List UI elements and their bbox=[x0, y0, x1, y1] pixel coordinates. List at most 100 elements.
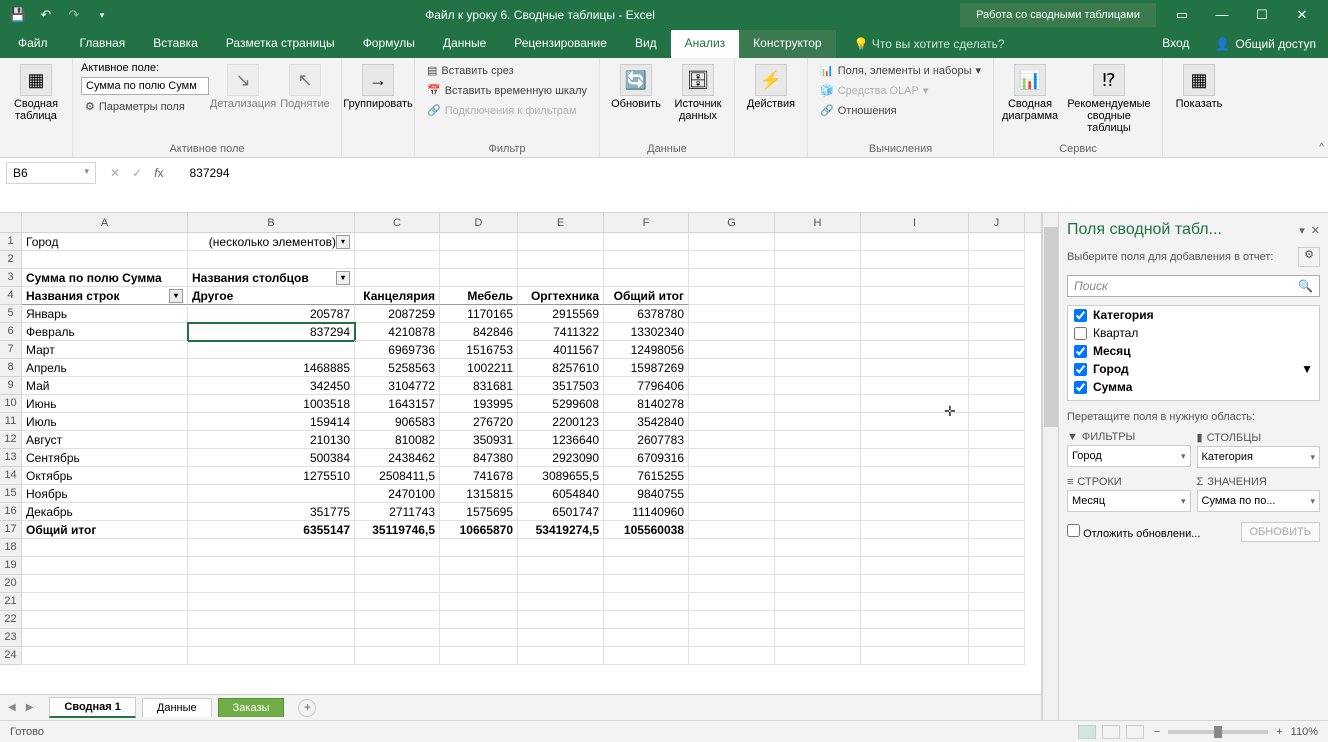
cell[interactable] bbox=[775, 251, 861, 269]
cell[interactable] bbox=[969, 539, 1025, 557]
cell[interactable]: 342450 bbox=[188, 377, 355, 395]
cell[interactable] bbox=[969, 377, 1025, 395]
cell[interactable] bbox=[689, 269, 775, 287]
cell[interactable] bbox=[604, 575, 689, 593]
cell[interactable] bbox=[355, 539, 440, 557]
cell[interactable]: 2607783 bbox=[604, 431, 689, 449]
cell[interactable] bbox=[22, 593, 188, 611]
cell[interactable] bbox=[689, 557, 775, 575]
show-button[interactable]: ▦ Показать bbox=[1171, 62, 1227, 110]
field-city[interactable]: Город▼ bbox=[1068, 360, 1319, 378]
filter-button[interactable]: ▾ bbox=[169, 289, 183, 303]
cell[interactable] bbox=[518, 575, 604, 593]
cell[interactable]: Январь bbox=[22, 305, 188, 323]
cell[interactable] bbox=[861, 449, 969, 467]
cell[interactable] bbox=[969, 341, 1025, 359]
cell[interactable] bbox=[518, 611, 604, 629]
cell[interactable]: Сумма по полю Сумма bbox=[22, 269, 188, 287]
cell[interactable] bbox=[969, 629, 1025, 647]
colhead-G[interactable]: G bbox=[689, 213, 775, 232]
cell[interactable] bbox=[775, 485, 861, 503]
cell[interactable]: 2915569 bbox=[518, 305, 604, 323]
formula-input[interactable]: 837294 bbox=[173, 158, 245, 180]
rowhead-8[interactable]: 8 bbox=[0, 359, 22, 377]
cell[interactable] bbox=[518, 269, 604, 287]
cell[interactable] bbox=[689, 305, 775, 323]
cell[interactable]: 906583 bbox=[355, 413, 440, 431]
area-values-box[interactable]: Сумма по по...▾ bbox=[1197, 490, 1321, 512]
cell[interactable] bbox=[355, 269, 440, 287]
sheet-tab-3[interactable]: Заказы bbox=[218, 698, 285, 717]
cell[interactable]: Октябрь bbox=[22, 467, 188, 485]
cell[interactable] bbox=[861, 269, 969, 287]
cell[interactable] bbox=[518, 647, 604, 665]
zoom-slider[interactable] bbox=[1168, 730, 1268, 734]
defer-checkbox[interactable] bbox=[1067, 524, 1080, 537]
rowhead-18[interactable]: 18 bbox=[0, 539, 22, 557]
cell[interactable] bbox=[22, 575, 188, 593]
cell[interactable] bbox=[689, 611, 775, 629]
cell[interactable] bbox=[969, 323, 1025, 341]
cell[interactable] bbox=[188, 485, 355, 503]
cell[interactable]: Названия строк▾ bbox=[22, 287, 188, 305]
cell[interactable] bbox=[775, 377, 861, 395]
cell[interactable] bbox=[969, 395, 1025, 413]
cell[interactable] bbox=[689, 431, 775, 449]
cell[interactable] bbox=[188, 557, 355, 575]
cell[interactable] bbox=[689, 467, 775, 485]
field-category[interactable]: Категория bbox=[1068, 306, 1319, 324]
cell[interactable]: 837294 bbox=[188, 323, 355, 341]
cell[interactable] bbox=[440, 269, 518, 287]
update-button[interactable]: ОБНОВИТЬ bbox=[1241, 522, 1320, 542]
cell[interactable] bbox=[969, 521, 1025, 539]
tell-me-search[interactable]: 💡 Что вы хотите сделать? bbox=[836, 30, 1149, 58]
actions-button[interactable]: ⚡ Действия bbox=[743, 62, 799, 110]
cell[interactable]: 276720 bbox=[440, 413, 518, 431]
cell[interactable] bbox=[22, 539, 188, 557]
cell[interactable] bbox=[689, 233, 775, 251]
cell[interactable] bbox=[355, 611, 440, 629]
rowhead-13[interactable]: 13 bbox=[0, 449, 22, 467]
cell[interactable]: Город bbox=[22, 233, 188, 251]
rowhead-4[interactable]: 4 bbox=[0, 287, 22, 305]
cell[interactable]: Июль bbox=[22, 413, 188, 431]
sheet-tab-1[interactable]: Сводная 1 bbox=[49, 697, 135, 718]
rowhead-1[interactable]: 1 bbox=[0, 233, 22, 251]
rowhead-21[interactable]: 21 bbox=[0, 593, 22, 611]
minimize-icon[interactable]: — bbox=[1212, 7, 1232, 23]
fields-items-button[interactable]: 📊 Поля, элементы и наборы ▾ bbox=[816, 62, 985, 79]
maximize-icon[interactable]: ☐ bbox=[1252, 7, 1272, 23]
cell[interactable] bbox=[22, 611, 188, 629]
cell[interactable]: 1002211 bbox=[440, 359, 518, 377]
cell[interactable] bbox=[355, 593, 440, 611]
cell[interactable] bbox=[604, 557, 689, 575]
sheet-prev-icon[interactable]: ◀ bbox=[8, 702, 16, 713]
rowhead-11[interactable]: 11 bbox=[0, 413, 22, 431]
cell[interactable] bbox=[440, 557, 518, 575]
field-month-check[interactable] bbox=[1074, 345, 1087, 358]
rowhead-7[interactable]: 7 bbox=[0, 341, 22, 359]
field-search-input[interactable]: Поиск 🔍 bbox=[1067, 275, 1320, 297]
cell[interactable] bbox=[969, 413, 1025, 431]
colhead-F[interactable]: F bbox=[604, 213, 689, 232]
tab-home[interactable]: Главная bbox=[66, 30, 140, 58]
cell[interactable] bbox=[775, 449, 861, 467]
cell[interactable]: 2923090 bbox=[518, 449, 604, 467]
tab-layout[interactable]: Разметка страницы bbox=[212, 30, 349, 58]
cell[interactable] bbox=[861, 557, 969, 575]
colhead-A[interactable]: A bbox=[22, 213, 188, 232]
cell[interactable] bbox=[775, 305, 861, 323]
cell[interactable] bbox=[188, 341, 355, 359]
field-pane-close-icon[interactable]: ✕ bbox=[1311, 224, 1320, 237]
cell[interactable] bbox=[775, 287, 861, 305]
cell[interactable] bbox=[604, 269, 689, 287]
cell[interactable]: Мебель bbox=[440, 287, 518, 305]
cell[interactable]: 1468885 bbox=[188, 359, 355, 377]
cell[interactable]: 6054840 bbox=[518, 485, 604, 503]
cell[interactable]: 1643157 bbox=[355, 395, 440, 413]
cell[interactable] bbox=[604, 593, 689, 611]
pivot-table-button[interactable]: ▦ Сводная таблица bbox=[8, 62, 64, 122]
field-category-check[interactable] bbox=[1074, 309, 1087, 322]
tab-formulas[interactable]: Формулы bbox=[349, 30, 429, 58]
cell[interactable] bbox=[861, 287, 969, 305]
